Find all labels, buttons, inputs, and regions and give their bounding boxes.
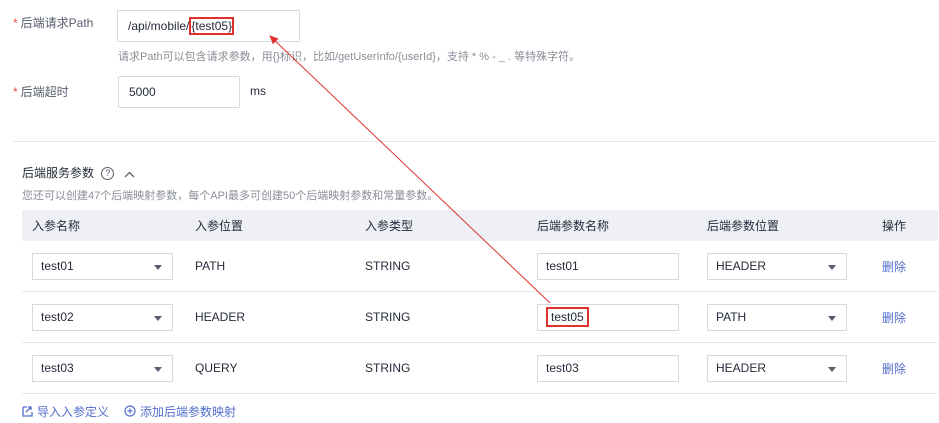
backend-path-hint: 请求Path可以包含请求参数，用{}标识，比如/getUserInfo/{use…	[118, 51, 581, 63]
table-row: test01 PATH STRING test01 HEADER 删除	[22, 241, 938, 292]
section-divider	[13, 141, 938, 142]
chevron-up-icon[interactable]	[124, 167, 135, 181]
service-params-subtitle: 您还可以创建47个后端映射参数，每个API最多可创建50个后端映射参数和常量参数…	[22, 190, 439, 202]
table-row: test03 QUERY STRING test03 HEADER 删除	[22, 342, 938, 394]
params-table: 入参名称 入参位置 入参类型 后端参数名称 后端参数位置 操作 test01 P…	[22, 210, 938, 394]
delete-link[interactable]: 删除	[882, 311, 906, 325]
chevron-down-icon	[154, 366, 162, 372]
param-name-select[interactable]: test03	[32, 354, 173, 382]
import-icon	[22, 406, 33, 420]
table-header-row: 入参名称 入参位置 入参类型 后端参数名称 后端参数位置 操作	[22, 210, 938, 241]
delete-link[interactable]: 删除	[882, 260, 906, 274]
plus-circle-icon	[124, 405, 136, 420]
backend-name-input[interactable]: test03	[537, 354, 679, 382]
col-backend-name: 后端参数名称	[527, 210, 697, 241]
param-location: HEADER	[185, 291, 355, 343]
param-location: QUERY	[185, 342, 355, 394]
backend-path-input[interactable]: /api/mobile/{test05}	[117, 10, 300, 42]
col-backend-location: 后端参数位置	[697, 210, 872, 241]
backend-path-label: * 后端请求Path	[13, 16, 94, 30]
table-row: test02 HEADER STRING test05 PATH 删除	[22, 291, 938, 343]
chevron-down-icon	[828, 366, 836, 372]
add-mapping-link[interactable]: 添加后端参数映射	[124, 405, 236, 420]
chevron-down-icon	[154, 264, 162, 270]
backend-location-select[interactable]: HEADER	[707, 354, 847, 382]
delete-link[interactable]: 删除	[882, 362, 906, 376]
backend-location-select[interactable]: PATH	[707, 303, 847, 331]
chevron-down-icon	[828, 264, 836, 270]
path-param-highlight: {test05}	[189, 17, 235, 35]
service-params-title: 后端服务参数 ?	[22, 164, 135, 181]
timeout-input[interactable]: 5000	[118, 76, 240, 108]
param-location: PATH	[185, 241, 355, 292]
backend-location-select[interactable]: HEADER	[707, 252, 847, 280]
param-type: STRING	[355, 241, 527, 292]
backend-name-input[interactable]: test01	[537, 252, 679, 280]
col-param-location: 入参位置	[185, 210, 355, 241]
backend-timeout-label: * 后端超时	[13, 85, 69, 99]
param-type: STRING	[355, 291, 527, 343]
chevron-down-icon	[154, 315, 162, 321]
param-name-select[interactable]: test01	[32, 252, 173, 280]
question-circle-icon[interactable]: ?	[101, 167, 115, 181]
col-param-type: 入参类型	[355, 210, 527, 241]
col-actions: 操作	[872, 210, 938, 241]
chevron-down-icon	[828, 315, 836, 321]
col-param-name: 入参名称	[22, 210, 185, 241]
param-name-select[interactable]: test02	[32, 303, 173, 331]
timeout-unit: ms	[250, 84, 266, 98]
backend-name-input[interactable]: test05	[537, 303, 679, 331]
import-params-link[interactable]: 导入入参定义	[22, 405, 109, 420]
backend-name-highlight: test05	[546, 306, 589, 327]
param-type: STRING	[355, 342, 527, 394]
